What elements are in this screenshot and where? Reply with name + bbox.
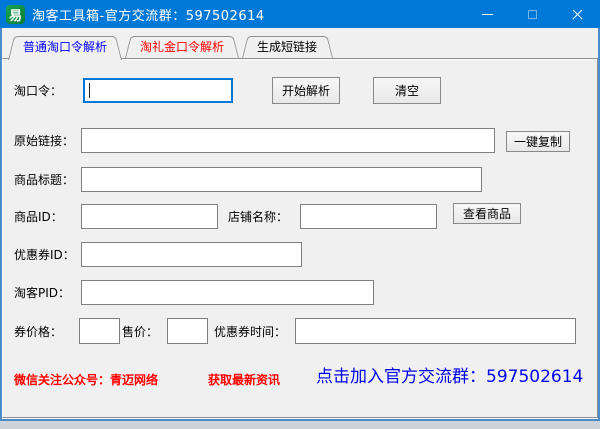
coupon-id-label: 优惠券ID： bbox=[14, 248, 75, 262]
taokouling-input[interactable] bbox=[83, 78, 233, 103]
tab-bar: 普通淘口令解析 淘礼金口令解析 生成短链接 bbox=[8, 36, 335, 59]
original-link-label: 原始链接： bbox=[14, 134, 75, 148]
window-controls bbox=[465, 0, 600, 28]
taoke-pid-label: 淘客PID： bbox=[14, 286, 71, 300]
coupon-price-input[interactable] bbox=[79, 318, 120, 344]
close-button[interactable] bbox=[555, 0, 600, 28]
clear-button[interactable]: 清空 bbox=[373, 77, 441, 104]
coupon-time-input[interactable] bbox=[295, 318, 576, 344]
sale-price-input[interactable] bbox=[167, 318, 208, 344]
minimize-button[interactable] bbox=[465, 0, 510, 28]
tab-label: 普通淘口令解析 bbox=[23, 40, 108, 54]
shop-name-label: 店铺名称： bbox=[228, 210, 289, 224]
wechat-follow-notice: 微信关注公众号：青迈网络 bbox=[14, 373, 159, 387]
titlebar: 易 淘客工具箱-官方交流群：597502614 bbox=[0, 0, 600, 28]
view-product-button[interactable]: 查看商品 bbox=[453, 203, 521, 224]
app-window: 易 淘客工具箱-官方交流群：597502614 普通淘口令解析 淘礼金口令解析 … bbox=[0, 0, 600, 421]
shop-name-input[interactable] bbox=[300, 204, 437, 229]
product-id-input[interactable] bbox=[81, 204, 218, 229]
tab-label: 淘礼金口令解析 bbox=[140, 40, 225, 54]
one-click-copy-button[interactable]: 一键复制 bbox=[506, 131, 570, 152]
coupon-time-label: 优惠券时间： bbox=[214, 325, 287, 339]
minimize-icon bbox=[482, 13, 493, 15]
maximize-icon bbox=[528, 9, 537, 19]
window-title: 淘客工具箱-官方交流群：597502614 bbox=[32, 8, 265, 24]
text-caret bbox=[89, 83, 90, 98]
sale-price-label: 售价： bbox=[122, 325, 159, 339]
close-icon bbox=[571, 8, 584, 21]
product-id-label: 商品ID： bbox=[14, 210, 63, 224]
maximize-button[interactable] bbox=[510, 0, 555, 28]
tab-taolijin-parse[interactable]: 淘礼金口令解析 bbox=[125, 36, 239, 58]
start-parse-button[interactable]: 开始解析 bbox=[272, 77, 340, 104]
taoke-pid-input[interactable] bbox=[81, 280, 374, 305]
join-group-link[interactable]: 点击加入官方交流群：597502614 bbox=[316, 362, 583, 387]
tab-normal-taokouling-parse[interactable]: 普通淘口令解析 bbox=[8, 36, 122, 60]
taokouling-label: 淘口令： bbox=[14, 84, 63, 98]
product-title-input[interactable] bbox=[81, 167, 482, 192]
original-link-input[interactable] bbox=[81, 128, 495, 153]
coupon-id-input[interactable] bbox=[81, 242, 302, 267]
tab-label: 生成短链接 bbox=[257, 40, 318, 54]
tab-short-link[interactable]: 生成短链接 bbox=[242, 36, 332, 58]
coupon-price-label: 券价格： bbox=[14, 325, 63, 339]
app-icon: 易 bbox=[6, 4, 25, 24]
product-title-label: 商品标题： bbox=[14, 173, 75, 187]
latest-news-notice: 获取最新资讯 bbox=[208, 373, 281, 387]
